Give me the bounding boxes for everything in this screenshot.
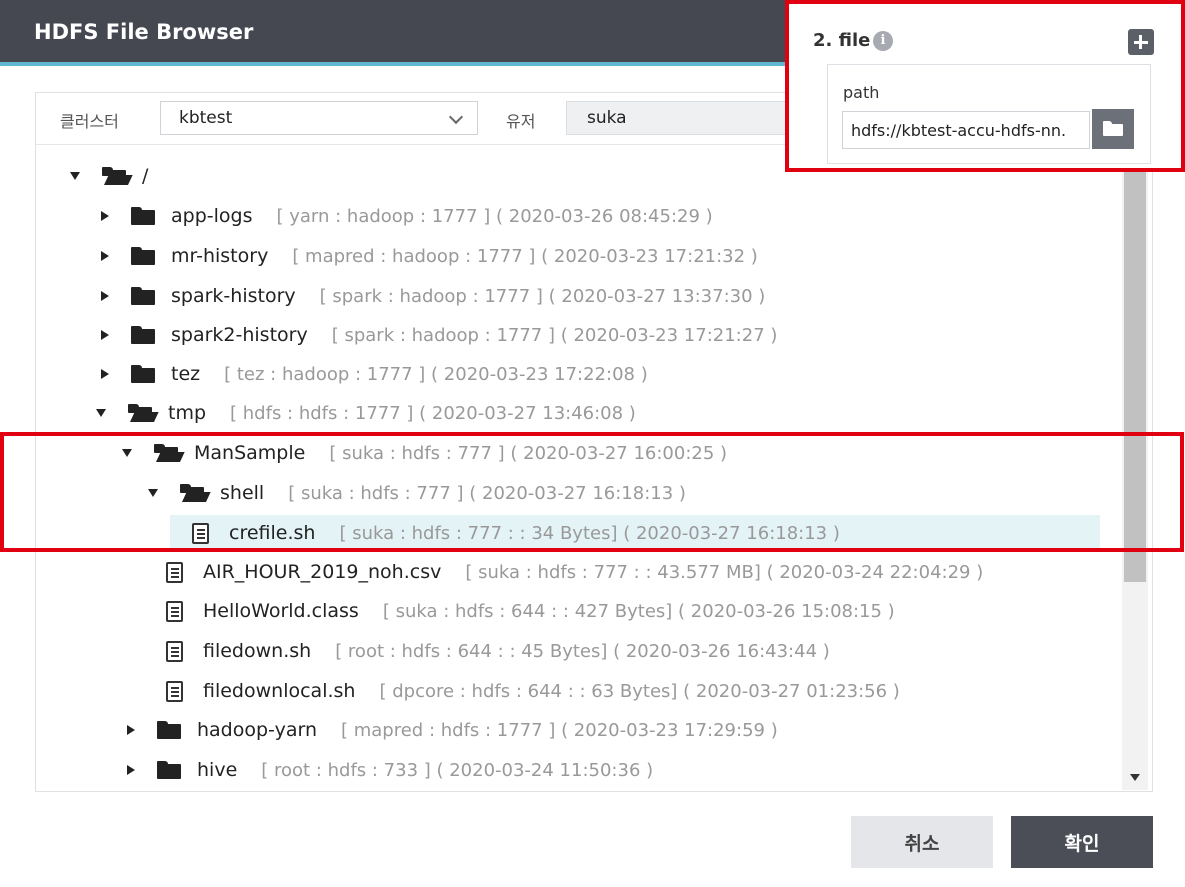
expand-toggle-icon[interactable]	[148, 489, 158, 497]
collapse-toggle-icon[interactable]	[101, 369, 109, 379]
folder-icon	[131, 365, 157, 383]
scroll-down-arrow-icon[interactable]	[1130, 774, 1140, 781]
node-meta: [ suka : hdfs : 644 : : 427 Bytes] ( 202…	[382, 600, 895, 622]
collapse-toggle-icon[interactable]	[101, 211, 109, 221]
file-icon	[166, 561, 183, 583]
collapse-toggle-icon[interactable]	[127, 725, 135, 735]
node-meta: [ spark : hadoop : 1777 ] ( 2020-03-23 1…	[331, 324, 778, 346]
expand-toggle-icon[interactable]	[70, 172, 80, 180]
folder-open-icon	[128, 404, 159, 422]
folder-icon	[157, 721, 183, 739]
node-meta: [ tez : hadoop : 1777 ] ( 2020-03-23 17:…	[224, 363, 648, 385]
node-meta: [ suka : hdfs : 777 : : 43.577 MB] ( 202…	[465, 561, 984, 583]
node-meta: [ yarn : hadoop : 1777 ] ( 2020-03-26 08…	[276, 205, 713, 227]
info-icon[interactable]: i	[873, 31, 893, 51]
file-icon	[166, 600, 183, 622]
collapse-toggle-icon[interactable]	[101, 291, 109, 301]
path-input[interactable]	[842, 111, 1090, 149]
node-name: tmp	[168, 402, 207, 424]
folder-icon	[1103, 121, 1123, 136]
file-setting-header: 2. file	[813, 30, 871, 51]
node-name: filedown.sh	[203, 640, 312, 662]
file-tree: / app-logs [ yarn : hadoop : 1777 ] ( 20…	[36, 145, 1121, 791]
tree-node-root[interactable]: /	[70, 158, 148, 194]
chevron-down-icon	[448, 109, 464, 125]
confirm-button[interactable]: 확인	[1011, 816, 1153, 868]
folder-open-icon	[102, 167, 133, 185]
node-name: ManSample	[194, 442, 306, 464]
cancel-button[interactable]: 취소	[851, 816, 993, 868]
node-meta: [ dpcore : hdfs : 644 : : 63 Bytes] ( 20…	[379, 680, 900, 702]
tree-node-folder[interactable]: app-logs [ yarn : hadoop : 1777 ] ( 2020…	[98, 198, 713, 234]
node-name: filedownlocal.sh	[203, 680, 356, 702]
node-meta: [ suka : hdfs : 777 : : 34 Bytes] ( 2020…	[339, 522, 840, 544]
node-meta: [ suka : hdfs : 777 ] ( 2020-03-27 16:00…	[329, 442, 728, 464]
collapse-toggle-icon[interactable]	[101, 251, 109, 261]
add-button[interactable]	[1128, 29, 1154, 55]
folder-icon	[131, 287, 157, 305]
tree-node-folder[interactable]: hive [ root : hdfs : 733 ] ( 2020-03-24 …	[124, 752, 653, 788]
node-name: tez	[171, 363, 201, 385]
tree-node-file[interactable]: filedownlocal.sh [ dpcore : hdfs : 644 :…	[166, 673, 900, 709]
folder-open-icon	[154, 444, 185, 462]
file-icon	[166, 680, 183, 702]
tree-node-file[interactable]: HelloWorld.class [ suka : hdfs : 644 : :…	[166, 593, 895, 629]
folder-icon	[131, 326, 157, 344]
collapse-toggle-icon[interactable]	[101, 330, 109, 340]
node-name: spark2-history	[171, 324, 308, 346]
user-field: suka	[566, 101, 796, 135]
node-name: app-logs	[171, 205, 253, 227]
node-name: AIR_HOUR_2019_noh.csv	[203, 561, 442, 583]
node-meta: [ mapred : hadoop : 1777 ] ( 2020-03-23 …	[292, 245, 758, 267]
tree-node-folder[interactable]: tmp [ hdfs : hdfs : 1777 ] ( 2020-03-27 …	[96, 395, 636, 431]
node-meta: [ root : hdfs : 644 : : 45 Bytes] ( 2020…	[335, 640, 830, 662]
node-name: mr-history	[171, 245, 269, 267]
path-field-group: path	[827, 64, 1151, 164]
folder-open-icon	[180, 484, 211, 502]
tree-node-folder[interactable]: ManSample [ suka : hdfs : 777 ] ( 2020-0…	[122, 435, 727, 471]
node-meta: [ root : hdfs : 733 ] ( 2020-03-24 11:50…	[261, 759, 654, 781]
tree-node-file-selected[interactable]: crefile.sh [ suka : hdfs : 777 : : 34 By…	[170, 515, 1100, 551]
node-meta: [ mapred : hdfs : 1777 ] ( 2020-03-23 17…	[340, 719, 778, 741]
cluster-label: 클러스터	[60, 112, 119, 131]
file-icon	[166, 640, 183, 662]
browse-folder-button[interactable]	[1092, 109, 1134, 149]
folder-icon	[157, 761, 183, 779]
tree-node-folder[interactable]: tez [ tez : hadoop : 1777 ] ( 2020-03-23…	[98, 356, 648, 392]
folder-icon	[131, 247, 157, 265]
node-name: hive	[197, 759, 238, 781]
expand-toggle-icon[interactable]	[96, 409, 106, 417]
node-name: hadoop-yarn	[197, 719, 317, 741]
path-label: path	[843, 83, 880, 102]
tree-node-file[interactable]: filedown.sh [ root : hdfs : 644 : : 45 B…	[166, 633, 830, 669]
expand-toggle-icon[interactable]	[122, 449, 132, 457]
tree-node-folder[interactable]: hadoop-yarn [ mapred : hdfs : 1777 ] ( 2…	[124, 712, 778, 748]
node-meta: [ spark : hadoop : 1777 ] ( 2020-03-27 1…	[319, 285, 766, 307]
node-name: spark-history	[171, 285, 296, 307]
folder-icon	[131, 207, 157, 225]
node-name: crefile.sh	[229, 522, 316, 544]
file-browser-panel: 클러스터 kbtest 유저 suka / app-logs [ yarn : …	[35, 92, 1153, 792]
node-meta: [ suka : hdfs : 777 ] ( 2020-03-27 16:18…	[288, 482, 686, 504]
scrollbar-thumb[interactable]	[1124, 170, 1146, 582]
node-meta: [ hdfs : hdfs : 1777 ] ( 2020-03-27 13:4…	[230, 402, 636, 424]
tree-node-folder[interactable]: shell [ suka : hdfs : 777 ] ( 2020-03-27…	[148, 475, 686, 511]
file-setting-callout: 2. file i path	[785, 0, 1185, 172]
node-name: /	[142, 165, 149, 187]
file-icon	[192, 522, 209, 544]
user-label: 유저	[506, 112, 536, 131]
window-title: HDFS File Browser	[34, 20, 254, 44]
tree-node-file[interactable]: AIR_HOUR_2019_noh.csv [ suka : hdfs : 77…	[166, 554, 983, 590]
tree-node-folder[interactable]: mr-history [ mapred : hadoop : 1777 ] ( …	[98, 238, 758, 274]
node-name: HelloWorld.class	[203, 600, 359, 622]
cluster-select-value: kbtest	[179, 108, 233, 128]
collapse-toggle-icon[interactable]	[127, 765, 135, 775]
node-name: shell	[220, 482, 265, 504]
tree-node-folder[interactable]: spark-history [ spark : hadoop : 1777 ] …	[98, 278, 765, 314]
user-value: suka	[587, 108, 627, 128]
cluster-select[interactable]: kbtest	[160, 101, 478, 135]
tree-node-folder[interactable]: spark2-history [ spark : hadoop : 1777 ]…	[98, 317, 777, 353]
